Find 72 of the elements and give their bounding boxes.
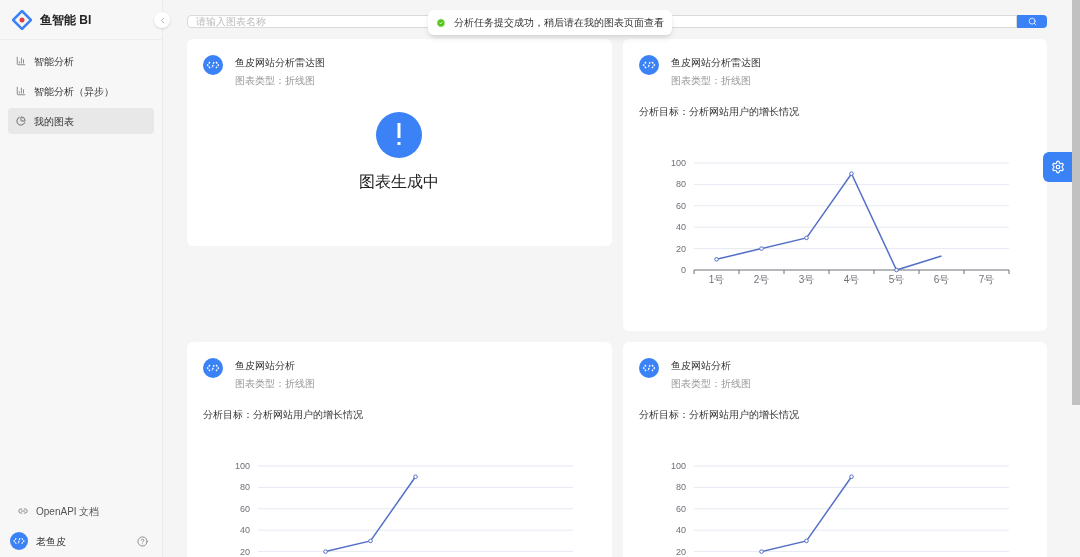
- axis-tick-label: 5号: [888, 274, 904, 285]
- card-title: 鱼皮网站分析雷达图: [670, 56, 761, 70]
- avatar-icon: [203, 358, 223, 378]
- axis-tick-label: 6号: [933, 274, 949, 285]
- chart-type-label: 图表类型：折线图: [235, 74, 316, 88]
- chart-type-label: 图表类型：折线图: [670, 377, 751, 391]
- data-point: [893, 267, 899, 273]
- axis-tick-label: 100: [234, 461, 250, 471]
- scrollbar[interactable]: [1072, 0, 1080, 405]
- status-text: 图表生成中: [359, 172, 440, 192]
- chart-type-label: 图表类型：折线图: [235, 377, 315, 391]
- collapse-button[interactable]: [154, 12, 170, 28]
- search-icon: [1027, 17, 1037, 26]
- data-point: [848, 474, 854, 479]
- analysis-goal: 分析目标：分析网站用户的增长情况: [638, 408, 800, 422]
- pie-chart-icon: [16, 116, 26, 126]
- axis-tick-label: 80: [675, 179, 686, 190]
- logo-icon: [12, 9, 32, 30]
- axis-tick-label: 60: [675, 503, 686, 514]
- link-icon: [18, 506, 28, 516]
- card-title: 鱼皮网站分析: [235, 359, 296, 373]
- axis-tick-label: 1号: [708, 274, 724, 285]
- axis-tick-label: 60: [240, 503, 250, 514]
- axis-tick-label: 4号: [843, 274, 859, 285]
- openapi-link[interactable]: OpenAPI 文档: [0, 497, 162, 525]
- axis-tick-label: 80: [675, 482, 686, 493]
- axis-tick-label: 100: [670, 461, 686, 471]
- data-point: [848, 171, 854, 176]
- data-point: [803, 538, 809, 544]
- success-icon: [436, 17, 446, 28]
- avatar-icon: [638, 55, 659, 75]
- avatar-icon: [203, 55, 223, 75]
- data-point: [758, 246, 764, 251]
- axis-tick-label: 80: [240, 482, 250, 493]
- bar-chart-icon: [16, 56, 26, 66]
- bar-chart-icon: [16, 86, 26, 96]
- avatar-icon: [638, 358, 659, 378]
- chart-type-label: 图表类型：折线图: [670, 74, 752, 88]
- card-title: 鱼皮网站分析: [670, 359, 732, 373]
- card-title: 鱼皮网站分析雷达图: [235, 56, 325, 70]
- data-point: [713, 257, 719, 262]
- analysis-goal: 分析目标：分析网站用户的增长情况: [203, 408, 364, 422]
- data-point: [368, 538, 373, 544]
- axis-tick-label: 60: [675, 200, 686, 211]
- help-icon[interactable]: [137, 535, 148, 547]
- data-point: [413, 474, 418, 479]
- user-name: 老鱼皮: [36, 534, 66, 549]
- axis-tick-label: 40: [675, 525, 686, 536]
- toast-message: 分析任务提交成功，稍后请在我的图表页面查看: [428, 10, 672, 35]
- axis-tick-label: 20: [675, 243, 686, 254]
- settings-button[interactable]: [1043, 152, 1073, 182]
- axis-tick-label: 40: [240, 525, 250, 536]
- axis-tick-label: 20: [675, 546, 686, 557]
- sidebar-item[interactable]: 智能分析: [8, 48, 154, 74]
- avatar-icon: [10, 532, 28, 550]
- settings-icon: [1051, 160, 1065, 174]
- axis-tick-label: 2号: [753, 274, 769, 285]
- data-point: [758, 549, 764, 554]
- axis-tick-label: 20: [240, 546, 250, 557]
- exclamation-icon: [376, 112, 423, 158]
- sidebar-item[interactable]: 我的图表: [8, 108, 154, 134]
- axis-tick-label: 0: [680, 265, 686, 275]
- sidebar-item[interactable]: 智能分析（异步）: [8, 78, 154, 104]
- axis-tick-label: 40: [675, 222, 686, 233]
- logo-text: 鱼智能 BI: [40, 11, 92, 29]
- axis-tick-label: 7号: [978, 274, 994, 285]
- axis-tick-label: 3号: [798, 274, 814, 285]
- axis-tick-label: 100: [670, 158, 686, 168]
- analysis-goal: 分析目标：分析网站用户的增长情况: [638, 105, 800, 119]
- data-point: [323, 549, 328, 554]
- search-button[interactable]: [1017, 15, 1047, 28]
- data-point: [803, 235, 809, 241]
